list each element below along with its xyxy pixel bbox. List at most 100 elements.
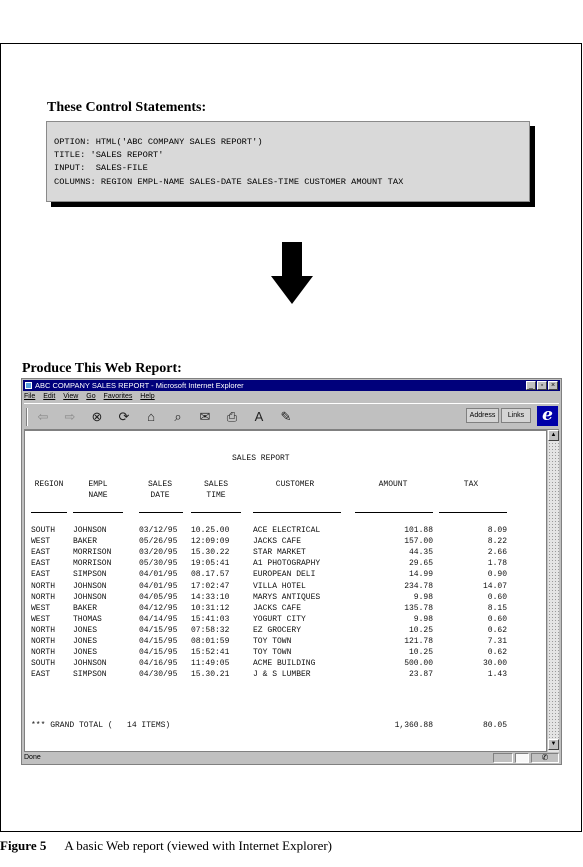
amount-cell: 23.87: [408, 670, 433, 680]
amount-cell: 9.98: [413, 614, 433, 624]
vertical-scrollbar[interactable]: ▲ ▼: [547, 430, 559, 752]
header-rule: [439, 512, 507, 513]
control-line-option: OPTION: HTML('ABC COMPANY SALES REPORT'): [54, 137, 263, 147]
header-region: REGION: [34, 480, 64, 489]
amount-cell: 29.65: [408, 559, 433, 569]
customer-cell: JACKS CAFE: [253, 603, 302, 613]
empl-name-cell: JONES: [73, 648, 98, 658]
header-rule: [139, 512, 183, 513]
home-icon[interactable]: ⌂: [142, 409, 160, 425]
tax-cell: 8.09: [487, 526, 507, 535]
sales-date-cell: 05/30/95: [139, 559, 178, 569]
font-icon[interactable]: A: [250, 409, 268, 425]
customer-cell: VILLA HOTEL: [253, 581, 306, 591]
control-line-columns: COLUMNS: REGION EMPL-NAME SALES-DATE SAL…: [54, 176, 404, 187]
region-cell: WEST: [31, 603, 51, 613]
region-cell: SOUTH: [31, 526, 56, 535]
header-amount: AMOUNT: [378, 480, 408, 489]
browser-title: ABC COMPANY SALES REPORT - Microsoft Int…: [35, 381, 244, 390]
region-cell: NORTH: [31, 648, 56, 658]
table-row: NORTH JOHNSON 04/01/95 17:02:47 VILLA HOTEL 2…: [25, 582, 548, 593]
header-rule: [73, 512, 123, 513]
scroll-up-button[interactable]: ▲: [548, 430, 559, 441]
customer-cell: STAR MARKET: [253, 548, 306, 558]
figure-caption-text: A basic Web report (viewed with Internet…: [64, 838, 332, 853]
menu-view[interactable]: View: [63, 393, 78, 400]
search-icon[interactable]: ⌕: [169, 409, 187, 425]
sales-time-cell: 17:02:47: [191, 581, 230, 591]
menu-edit[interactable]: Edit: [43, 393, 55, 400]
tax-cell: 1.78: [487, 559, 507, 569]
region-cell: WEST: [31, 614, 51, 624]
report-page: SALES REPORT REGION EMPL NAME SALES DATE S…: [24, 430, 547, 752]
empl-name-cell: BAKER: [73, 537, 98, 547]
customer-cell: EZ GROCERY: [253, 625, 302, 635]
sales-time-cell: 15.30.21: [191, 670, 230, 680]
menu-bar: File Edit View Go Favorites Help: [24, 392, 161, 402]
amount-cell: 157.00: [404, 537, 433, 547]
empl-name-cell: SIMPSON: [73, 570, 107, 580]
menu-file[interactable]: File: [24, 393, 35, 400]
sales-date-cell: 04/01/95: [139, 570, 178, 580]
amount-cell: 500.00: [404, 659, 433, 669]
table-row: EAST MORRISON 05/30/95 19:05:41 A1 PHOTOGRAP…: [25, 559, 548, 570]
amount-cell: 135.78: [404, 603, 433, 613]
tax-cell: 0.62: [487, 625, 507, 635]
sales-time-cell: 12:09:09: [191, 537, 230, 547]
region-cell: NORTH: [31, 592, 56, 602]
amount-cell: 10.25: [408, 648, 433, 658]
ie-app-icon: [25, 382, 32, 389]
tax-cell: 0.62: [487, 648, 507, 658]
sales-date-cell: 04/01/95: [139, 581, 178, 591]
links-bar-label[interactable]: Links: [501, 408, 531, 423]
table-row: WEST BAKER 05/26/95 12:09:09 JACKS CAFE 157.0…: [25, 537, 548, 548]
sales-time-cell: 15:52:41: [191, 648, 230, 658]
refresh-icon[interactable]: ⟳: [115, 409, 133, 425]
edit-icon[interactable]: ✎: [277, 409, 295, 425]
header-tax: TAX: [463, 480, 479, 489]
close-button[interactable]: ×: [548, 381, 558, 390]
header-rule: [191, 512, 241, 513]
sales-date-cell: 04/30/95: [139, 670, 178, 680]
tax-cell: 2.66: [487, 548, 507, 558]
sales-time-cell: 10.25.00: [191, 526, 230, 535]
status-panel: [493, 753, 513, 763]
empl-name-cell: JOHNSON: [73, 592, 107, 602]
amount-cell: 9.98: [413, 592, 433, 602]
sales-time-cell: 08.17.57: [191, 570, 230, 580]
back-arrow-icon[interactable]: ⇦: [34, 409, 52, 425]
empl-name-cell: JOHNSON: [73, 659, 107, 669]
down-arrow-icon: [271, 242, 313, 304]
tax-cell: 0.60: [487, 614, 507, 624]
sales-time-cell: 15:41:03: [191, 614, 230, 624]
tax-cell: 8.22: [487, 537, 507, 547]
scroll-down-button[interactable]: ▼: [548, 739, 559, 750]
mail-icon[interactable]: ✉: [196, 409, 214, 425]
grand-total-amount: 1,360.88: [394, 721, 433, 730]
address-bar-label[interactable]: Address: [466, 408, 499, 423]
maximize-button[interactable]: ▫: [537, 381, 547, 390]
region-cell: EAST: [31, 559, 51, 569]
region-cell: WEST: [31, 537, 51, 547]
tax-cell: 30.00: [482, 659, 507, 669]
region-cell: EAST: [31, 548, 51, 558]
region-cell: NORTH: [31, 637, 56, 646]
menu-help[interactable]: Help: [140, 393, 154, 400]
sales-date-cell: 03/20/95: [139, 548, 178, 558]
customer-cell: MARYS ANTIQUES: [253, 592, 321, 602]
header-rule: [31, 512, 67, 513]
print-icon[interactable]: ⎙: [223, 409, 241, 425]
forward-arrow-icon[interactable]: ⇨: [61, 409, 79, 425]
sales-date-cell: 04/15/95: [139, 648, 178, 658]
page-status-icon: [515, 753, 529, 763]
table-row: EAST SIMPSON 04/01/95 08.17.57 EUROPEAN DELI…: [25, 570, 548, 581]
table-row: WEST THOMAS 04/14/95 15:41:03 YOGURT CITY 9.9…: [25, 615, 548, 626]
browser-title-bar: ABC COMPANY SALES REPORT - Microsoft Int…: [23, 380, 560, 391]
minimize-button[interactable]: _: [526, 381, 536, 390]
security-zone-icon: ✆: [531, 753, 559, 763]
stop-icon[interactable]: ⊗: [88, 409, 106, 425]
table-row: NORTH JONES 04/15/95 08:01:59 TOY TOWN 121.78…: [25, 637, 548, 648]
menu-go[interactable]: Go: [86, 393, 95, 400]
figure-page: These Control Statements: OPTION: HTML('…: [0, 0, 583, 867]
menu-favorites[interactable]: Favorites: [104, 393, 133, 400]
